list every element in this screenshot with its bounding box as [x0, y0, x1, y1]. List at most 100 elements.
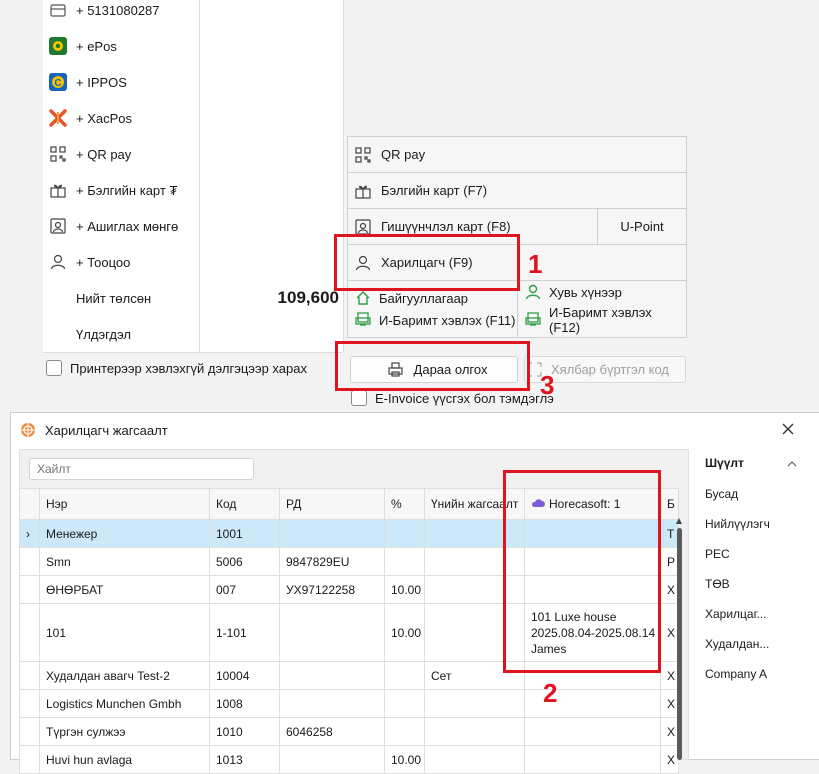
cell-code: 007	[209, 575, 280, 604]
cell-percent	[384, 519, 425, 548]
upoint-button[interactable]: U-Point	[597, 208, 687, 245]
balance-row: Үлдэгдэл	[43, 316, 343, 353]
filter-item[interactable]: Худалдан...	[705, 637, 769, 651]
cell-name: 101	[39, 603, 210, 662]
filter-item[interactable]: ТӨВ	[705, 577, 730, 591]
filter-title: Шүүлт	[705, 456, 744, 470]
filter-header[interactable]: Шүүлт	[705, 456, 797, 470]
payment-row-card[interactable]: + 5131080287	[43, 0, 343, 29]
payment-row-qrpay[interactable]: + QR pay	[43, 136, 343, 173]
filter-item[interactable]: Бусад	[705, 487, 738, 501]
payment-label: + QR pay	[76, 146, 132, 162]
payment-amount-field[interactable]	[199, 100, 343, 136]
qr-icon	[354, 146, 372, 164]
filter-item[interactable]: Харилцаг...	[705, 607, 767, 621]
ippos-icon: C	[49, 73, 67, 91]
cell-name: Худалдан авагч Test-2	[39, 661, 210, 690]
total-paid-row: Нийт төлсөн 109,600	[43, 280, 343, 317]
svg-text:C: C	[54, 78, 61, 89]
filter-item[interactable]: PEC	[705, 547, 730, 561]
checkbox-box[interactable]	[46, 360, 62, 376]
payment-label: + Тооцоо	[76, 254, 131, 270]
payment-row-epos[interactable]: + ePos	[43, 28, 343, 65]
balance-label: Үлдэгдэл	[76, 326, 132, 342]
payment-amount-field[interactable]	[199, 28, 343, 64]
receipt-icon	[354, 311, 372, 329]
column-header-code[interactable]: Код	[209, 488, 280, 520]
column-header-rd[interactable]: РД	[279, 488, 385, 520]
payment-amount-field[interactable]	[199, 172, 343, 208]
cell-percent	[384, 689, 425, 718]
payment-amount-field[interactable]	[199, 0, 343, 28]
column-header-name[interactable]: Нэр	[39, 488, 210, 520]
payment-amount-field[interactable]	[199, 64, 343, 100]
payment-row-xacpos[interactable]: + XacPos	[43, 100, 343, 137]
print-preview-label: Принтерээр хэвлэхгүй дэлгэцээр харах	[70, 360, 307, 376]
row-indicator	[19, 661, 40, 690]
gift-card-button[interactable]: Бэлгийн карт (F7)	[347, 172, 687, 209]
cell-percent	[384, 661, 425, 690]
payment-row-gift-card[interactable]: + Бэлгийн карт ₮	[43, 172, 343, 209]
qr-pay-button[interactable]: QR pay	[347, 136, 687, 173]
search-input[interactable]	[29, 458, 254, 480]
cell-percent: 10.00	[384, 575, 425, 604]
close-icon[interactable]	[779, 420, 797, 438]
dialog-title: Харилцагч жагсаалт	[45, 422, 168, 438]
cell-code: 10004	[209, 661, 280, 690]
payment-row-settlement[interactable]: + Тооцоо	[43, 244, 343, 281]
payment-row-ippos[interactable]: C + IPPOS	[43, 64, 343, 101]
personal-ebarimt-button[interactable]: Хувь хүнээр И-Баримт хэвлэх (F12)	[517, 280, 687, 338]
einvoice-checkbox[interactable]: E-Invoice үүсгэх бол тэмдэглэ	[351, 390, 554, 406]
easy-register-label: Хялбар бүртгэл код	[551, 362, 670, 377]
cell-rd	[279, 519, 385, 548]
print-preview-checkbox[interactable]: Принтерээр хэвлэхгүй дэлгэцээр харах	[46, 360, 307, 376]
dialog-titlebar: Харилцагч жагсаалт	[19, 421, 168, 439]
filter-item[interactable]: Company A	[705, 667, 767, 681]
gift-card-icon	[49, 181, 67, 199]
card-icon	[49, 1, 67, 19]
cell-percent: 10.00	[384, 603, 425, 662]
payment-label: + Бэлгийн карт ₮	[76, 182, 178, 198]
payment-row-points[interactable]: + Ашиглах мөнгө	[43, 208, 343, 245]
filter-item[interactable]: Нийлүүлэгч	[705, 517, 770, 531]
personal-label: Хувь хүнээр	[549, 284, 622, 300]
cell-code: 1-101	[209, 603, 280, 662]
cell-horecasoft	[524, 717, 661, 746]
row-indicator	[19, 575, 40, 604]
organization-label: Байгууллагаар	[379, 290, 469, 306]
cell-name: ӨНӨРБАТ	[39, 575, 210, 604]
cell-price-list	[424, 717, 525, 746]
payment-label: + Ашиглах мөнгө	[76, 218, 179, 234]
checkbox-box[interactable]	[351, 390, 367, 406]
row-indicator	[19, 603, 40, 662]
table-row[interactable]: Logistics Munchen Gmbh 1008 Х	[19, 689, 679, 718]
column-header-percent[interactable]: %	[384, 488, 425, 520]
payment-amount-field[interactable]	[199, 136, 343, 172]
cell-rd	[279, 661, 385, 690]
annotation-box-2	[503, 470, 661, 673]
cell-rd	[279, 603, 385, 662]
row-indicator	[19, 717, 40, 746]
qr-icon	[49, 145, 67, 163]
cell-percent	[384, 717, 425, 746]
cell-name: Менежер	[39, 519, 210, 548]
table-row[interactable]: Түргэн сулжээ 1010 6046258 Х	[19, 717, 679, 746]
cell-name: Logistics Munchen Gmbh	[39, 689, 210, 718]
annotation-box-1	[334, 234, 520, 291]
vertical-scrollbar[interactable]	[674, 518, 684, 760]
personal-ebarimt-label: И-Баримт хэвлэх (F12)	[549, 305, 652, 335]
payment-amount-field[interactable]	[199, 244, 343, 280]
cell-name: Түргэн сулжээ	[39, 717, 210, 746]
cell-rd: УХ97122258	[279, 575, 385, 604]
cell-rd	[279, 689, 385, 718]
total-paid-label: Нийт төлсөн	[76, 290, 152, 306]
einvoice-label: E-Invoice үүсгэх бол тэмдэглэ	[375, 390, 554, 406]
person-icon	[524, 283, 542, 301]
upoint-label: U-Point	[620, 219, 664, 234]
chevron-up-icon	[787, 456, 797, 470]
receipt-icon	[524, 311, 542, 329]
payment-amount-field[interactable]	[199, 208, 343, 244]
column-header-b[interactable]: Б	[660, 488, 679, 520]
annotation-number-1: 1	[528, 249, 543, 279]
qr-pay-label: QR pay	[381, 147, 426, 162]
